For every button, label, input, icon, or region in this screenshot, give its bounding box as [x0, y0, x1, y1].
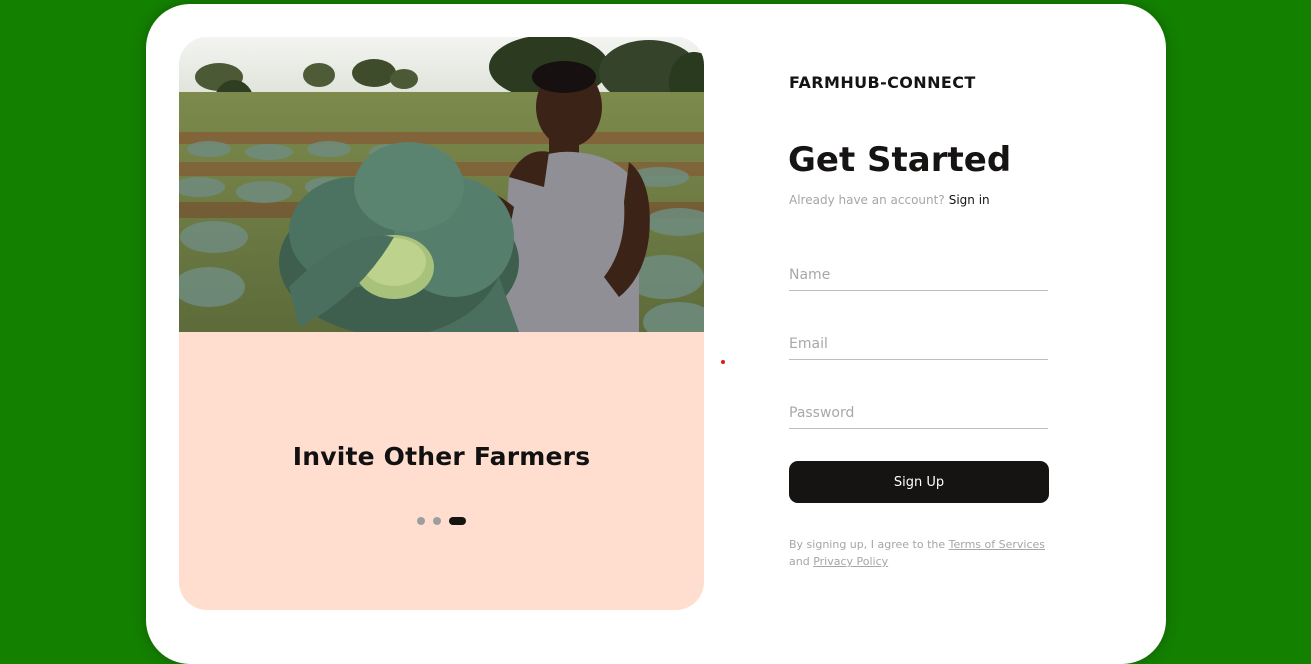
carousel-dot-2[interactable] [433, 517, 441, 525]
terms-prefix: By signing up, I agree to the [789, 538, 946, 551]
signup-card: Invite Other Farmers FARMHUB-CONNECT Get… [146, 4, 1166, 664]
sign-up-button[interactable]: Sign Up [789, 461, 1049, 503]
carousel-dot-3[interactable] [449, 517, 466, 525]
account-prompt-text: Already have an account? [789, 193, 945, 207]
sign-in-link[interactable]: Sign in [949, 193, 990, 207]
page-title: Get Started [788, 140, 1012, 180]
brand-name: FARMHUB-CONNECT [789, 73, 976, 92]
carousel-pagination [417, 517, 466, 525]
terms-conjunction: and [789, 555, 810, 568]
terms-notice: By signing up, I agree to the Terms of S… [789, 536, 1059, 570]
email-input[interactable] [789, 329, 1048, 360]
carousel-panel: Invite Other Farmers [179, 37, 704, 610]
decorative-dot [721, 360, 725, 364]
carousel-dot-1[interactable] [417, 517, 425, 525]
account-prompt: Already have an account? Sign in [789, 193, 990, 207]
carousel-slide-title: Invite Other Farmers [292, 442, 591, 471]
terms-of-service-link[interactable]: Terms of Services [949, 538, 1045, 551]
privacy-policy-link[interactable]: Privacy Policy [813, 555, 888, 568]
password-input[interactable] [789, 398, 1048, 429]
name-input[interactable] [789, 260, 1048, 291]
farmer-photo [179, 37, 704, 332]
